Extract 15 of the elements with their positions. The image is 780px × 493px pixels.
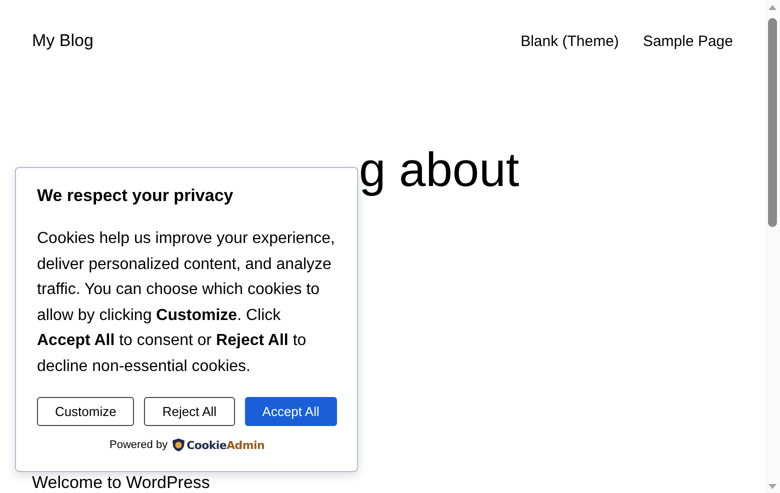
banner-text: Cookies help us improve your experience, deliver personalized content, and analyze traffic. You can choose which cookies to allow by clicking Customize. Click Accept All to consent or Reject All to decline non-essential cookies. [37,229,336,376]
accept-button[interactable]: Accept All [244,397,337,426]
nav-link[interactable]: Blank (Theme) [520,32,619,50]
banner-title: We respect your privacy [37,186,234,206]
powered-by-label: Powered by [110,439,168,451]
scrollbar[interactable] [765,0,780,493]
nav-link[interactable]: Sample Page [642,32,733,50]
page-heading: g about [359,143,520,199]
scrollbar-thumb[interactable] [768,18,777,227]
site-title[interactable]: My Blog [32,31,94,51]
shield-icon [172,438,185,452]
option-button[interactable]: Customize [37,397,134,426]
option-button[interactable]: Reject All [144,397,235,426]
post-title[interactable]: Welcome to WordPress [32,473,210,492]
brand-logo[interactable]: CookieAdmin [186,438,264,452]
